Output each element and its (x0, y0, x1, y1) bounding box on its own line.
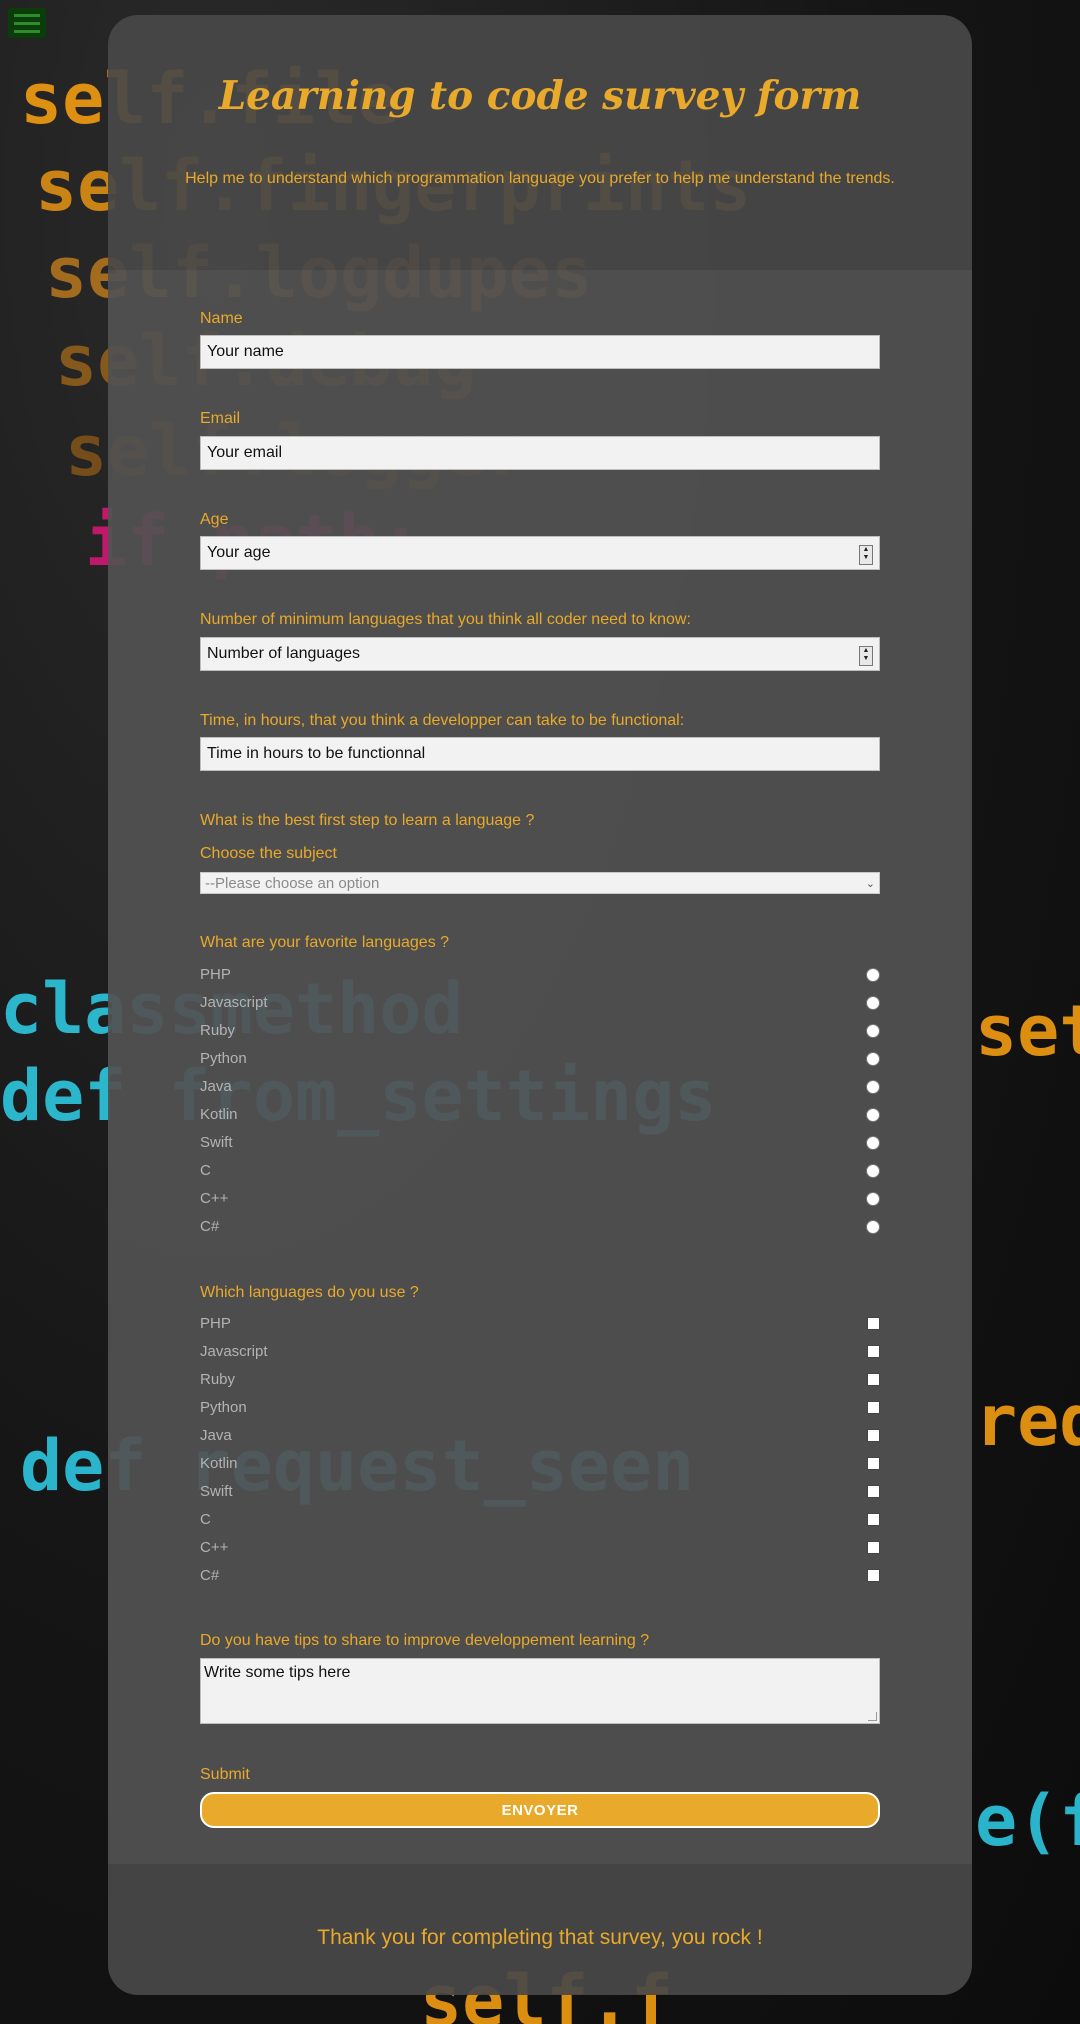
used-language-option[interactable]: C# (200, 1567, 880, 1587)
used-language-option-label: Java (200, 1427, 232, 1444)
subject-select-value: --Please choose an option (205, 874, 380, 892)
favorite-language-option[interactable]: Python (200, 1050, 880, 1070)
used-language-option-label: Swift (200, 1483, 233, 1500)
favorite-language-radio[interactable] (866, 1164, 880, 1178)
used-language-checkbox[interactable] (867, 1317, 880, 1330)
favorite-language-option[interactable]: C++ (200, 1190, 880, 1210)
favorite-language-option[interactable]: C (200, 1162, 880, 1182)
use-question: Which languages do you use ? (200, 1284, 419, 1301)
languages-count-label: Number of minimum languages that you thi… (200, 611, 691, 628)
favorite-language-radio[interactable] (866, 1220, 880, 1234)
used-language-option-label: PHP (200, 1315, 231, 1332)
used-language-checkbox[interactable] (867, 1485, 880, 1498)
used-language-option[interactable]: C (200, 1511, 880, 1531)
favorite-language-option-label: Javascript (200, 994, 268, 1011)
used-language-option[interactable]: Javascript (200, 1343, 880, 1363)
used-language-option[interactable]: Python (200, 1399, 880, 1419)
subject-select[interactable]: --Please choose an option ⌄ (200, 872, 880, 894)
submit-label: Submit (200, 1766, 250, 1783)
used-language-checkbox[interactable] (867, 1513, 880, 1526)
favorite-language-option-label: C++ (200, 1190, 229, 1207)
favorite-language-radio[interactable] (866, 1024, 880, 1038)
used-language-option-label: C# (200, 1567, 220, 1584)
favorite-language-option-label: Python (200, 1050, 247, 1067)
chevron-down-icon: ⌄ (865, 877, 875, 890)
used-language-option-label: Ruby (200, 1371, 236, 1388)
email-label: Email (200, 410, 241, 427)
favorite-language-option[interactable]: Kotlin (200, 1106, 880, 1126)
used-language-option[interactable]: Kotlin (200, 1455, 880, 1475)
resize-handle-icon[interactable] (868, 1712, 877, 1721)
favorite-language-radio[interactable] (866, 1052, 880, 1066)
used-language-option[interactable]: Java (200, 1427, 880, 1447)
age-spinner[interactable]: ▲ ▼ (859, 545, 873, 565)
first-step-label: Choose the subject (200, 845, 337, 862)
used-language-checkbox[interactable] (867, 1429, 880, 1442)
favorite-language-radio[interactable] (866, 1080, 880, 1094)
tips-textarea[interactable]: Write some tips here (200, 1658, 880, 1724)
languages-count-spinner[interactable]: ▲ ▼ (859, 646, 873, 666)
used-language-option-label: C (200, 1511, 211, 1528)
page-description: Help me to understand which programmatio… (185, 170, 895, 187)
favorite-language-option-label: Ruby (200, 1022, 236, 1039)
favorite-language-option-label: C# (200, 1218, 220, 1235)
used-language-option[interactable]: Ruby (200, 1371, 880, 1391)
favorite-language-option[interactable]: Java (200, 1078, 880, 1098)
age-placeholder: Your age (207, 544, 271, 561)
age-label: Age (200, 511, 229, 528)
submit-button[interactable]: ENVOYER (200, 1792, 880, 1828)
email-input[interactable]: Your email (200, 436, 880, 470)
thank-you-message: Thank you for completing that survey, yo… (317, 1926, 763, 1949)
favorite-language-option-label: Kotlin (200, 1106, 238, 1123)
used-language-option-label: Python (200, 1399, 247, 1416)
favorite-language-option-label: PHP (200, 966, 231, 983)
favorite-language-option[interactable]: PHP (200, 966, 880, 986)
page-title: Learning to code survey form (218, 73, 862, 119)
used-language-checkbox[interactable] (867, 1345, 880, 1358)
used-language-checkbox[interactable] (867, 1569, 880, 1582)
age-input[interactable]: Your age ▲ ▼ (200, 536, 880, 570)
languages-count-input[interactable]: Number of languages ▲ ▼ (200, 637, 880, 671)
favorite-language-option[interactable]: Ruby (200, 1022, 880, 1042)
favorite-language-option-label: C (200, 1162, 211, 1179)
used-language-option[interactable]: PHP (200, 1315, 880, 1335)
favorite-language-option-label: Java (200, 1078, 232, 1095)
hamburger-menu-icon[interactable] (8, 8, 46, 38)
used-language-option[interactable]: Swift (200, 1483, 880, 1503)
favorite-question: What are your favorite languages ? (200, 934, 450, 951)
used-language-checkbox[interactable] (867, 1457, 880, 1470)
favorite-language-option[interactable]: Javascript (200, 994, 880, 1014)
used-language-checkbox[interactable] (867, 1373, 880, 1386)
favorite-language-radio[interactable] (866, 996, 880, 1010)
name-label: Name (200, 310, 243, 327)
tips-placeholder: Write some tips here (204, 1664, 351, 1681)
used-language-checkbox[interactable] (867, 1541, 880, 1554)
favorite-language-radio[interactable] (866, 1192, 880, 1206)
used-language-option-label: Kotlin (200, 1455, 238, 1472)
hours-input[interactable]: Time in hours to be functionnal (200, 737, 880, 771)
name-input[interactable]: Your name (200, 335, 880, 369)
first-step-question: What is the best first step to learn a l… (200, 812, 535, 829)
favorite-language-radio[interactable] (866, 968, 880, 982)
favorite-language-option[interactable]: Swift (200, 1134, 880, 1154)
used-language-checkbox[interactable] (867, 1401, 880, 1414)
favorite-language-option[interactable]: C# (200, 1218, 880, 1238)
used-language-option[interactable]: C++ (200, 1539, 880, 1559)
favorite-language-radio[interactable] (866, 1136, 880, 1150)
favorite-language-radio[interactable] (866, 1108, 880, 1122)
favorite-language-option-label: Swift (200, 1134, 233, 1151)
tips-label: Do you have tips to share to improve dev… (200, 1632, 650, 1649)
languages-count-placeholder: Number of languages (207, 645, 360, 662)
hours-label: Time, in hours, that you think a develop… (200, 712, 685, 729)
used-language-option-label: Javascript (200, 1343, 268, 1360)
used-language-option-label: C++ (200, 1539, 229, 1556)
